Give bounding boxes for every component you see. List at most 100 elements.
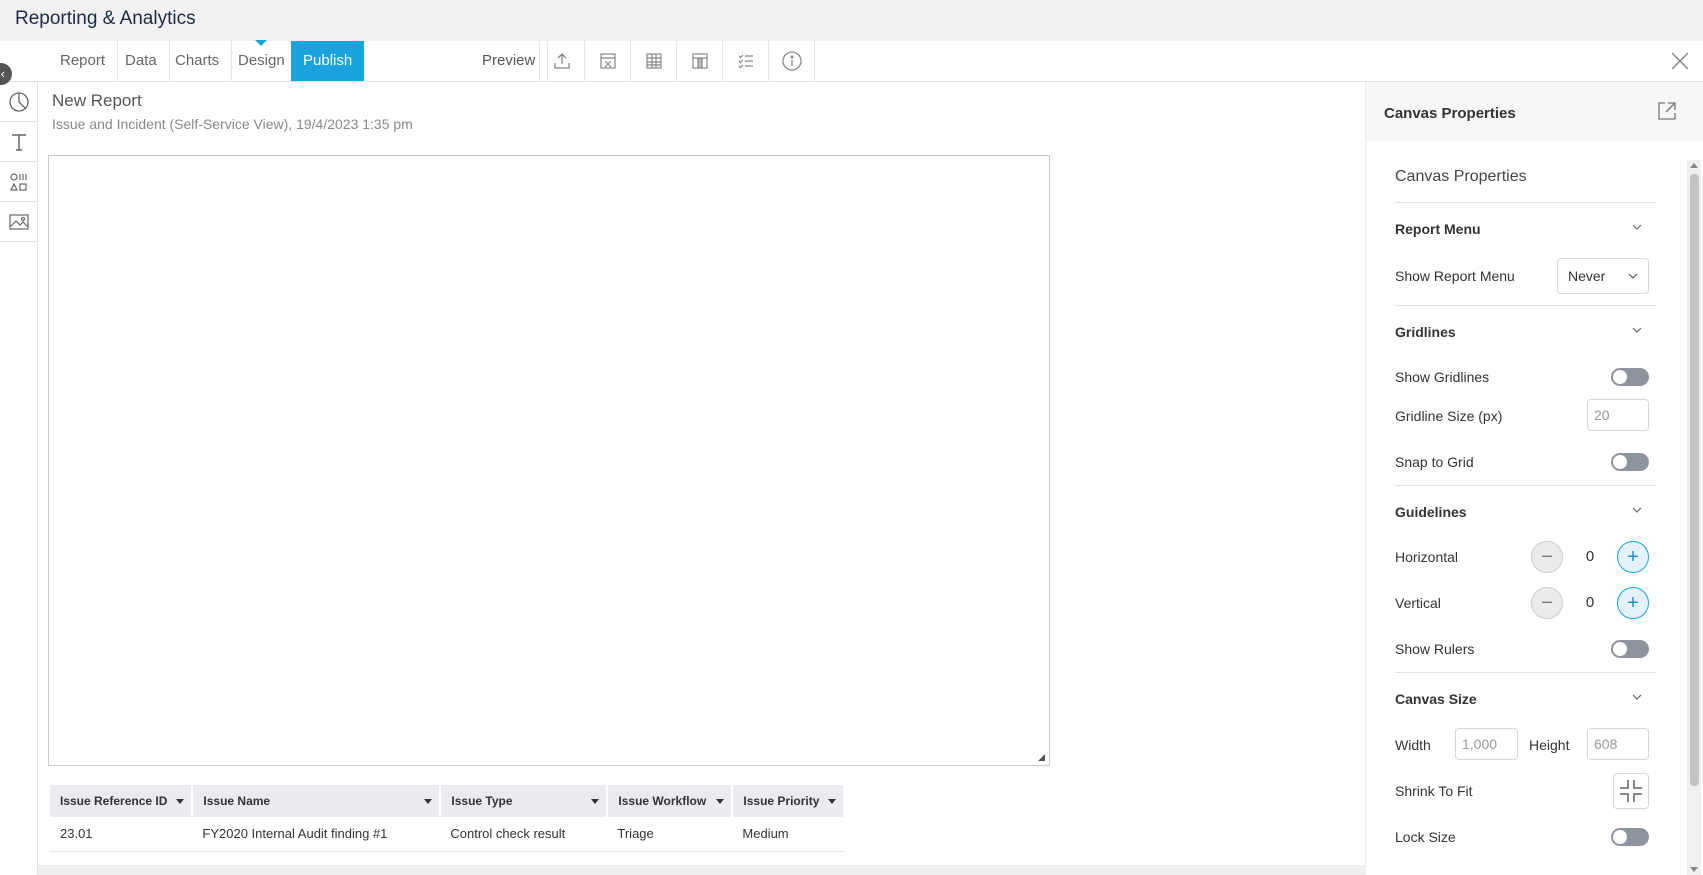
- table-row[interactable]: 23.01 FY2020 Internal Audit finding #1 C…: [50, 817, 845, 852]
- height-input[interactable]: 608: [1587, 728, 1649, 760]
- horizontal-label: Horizontal: [1395, 549, 1459, 565]
- column-header-issue-priority[interactable]: Issue Priority: [732, 785, 846, 817]
- tab-data[interactable]: Data: [113, 41, 170, 81]
- image-icon: [9, 213, 29, 230]
- rail-item-shapes[interactable]: [0, 162, 38, 202]
- tab-design-label: Design: [238, 52, 285, 69]
- column-header-reference-id[interactable]: Issue Reference ID: [50, 785, 194, 817]
- sort-dropdown-icon[interactable]: [424, 799, 433, 804]
- gridline-size-input[interactable]: 20: [1587, 399, 1649, 431]
- app-title: Reporting & Analytics: [15, 8, 196, 29]
- shapes-icon: [10, 172, 27, 191]
- column-icon: [691, 53, 708, 69]
- section-report-menu[interactable]: Report Menu: [1395, 202, 1657, 246]
- table-cell: 23.01: [50, 817, 193, 852]
- row-snap-to-grid: Snap to Grid: [1395, 444, 1657, 480]
- height-label: Height: [1529, 737, 1570, 753]
- horizontal-decrement-button[interactable]: −: [1531, 541, 1563, 573]
- sort-dropdown-icon[interactable]: [591, 799, 600, 804]
- rail-item-image[interactable]: [0, 202, 38, 242]
- section-guidelines[interactable]: Guidelines: [1395, 485, 1657, 529]
- scroll-thumb[interactable]: [1690, 174, 1699, 786]
- chevron-down-icon: [1632, 694, 1642, 700]
- scroll-down-arrow[interactable]: [1690, 867, 1698, 872]
- preview-button[interactable]: Preview: [470, 41, 549, 81]
- panel-body-title: Canvas Properties: [1395, 168, 1527, 185]
- popout-icon[interactable]: [1656, 100, 1678, 122]
- section-label: Report Menu: [1395, 221, 1481, 237]
- vertical-label: Vertical: [1395, 595, 1441, 611]
- close-icon[interactable]: [1669, 50, 1691, 72]
- show-rulers-toggle[interactable]: [1611, 640, 1649, 658]
- canvas-resize-handle[interactable]: [1038, 754, 1045, 761]
- row-shrink-to-fit: Shrink To Fit: [1395, 773, 1657, 809]
- title-bar: Reporting & Analytics: [0, 0, 1703, 41]
- toggle-knob: [1613, 830, 1627, 844]
- width-input[interactable]: 1,000: [1455, 728, 1518, 760]
- rail-item-text[interactable]: [0, 122, 38, 162]
- panel-vertical-scrollbar[interactable]: [1687, 160, 1701, 875]
- left-rail: [0, 82, 38, 875]
- column-header-label: Issue Workflow: [618, 794, 707, 808]
- column-header-label: Issue Name: [203, 794, 271, 808]
- column-header-label: Issue Type: [451, 794, 513, 808]
- snap-to-grid-toggle[interactable]: [1611, 453, 1649, 471]
- scroll-up-arrow[interactable]: [1690, 163, 1698, 168]
- snap-to-grid-label: Snap to Grid: [1395, 454, 1474, 470]
- tab-design[interactable]: Design: [226, 40, 298, 81]
- row-show-report-menu: Show Report Menu Never: [1395, 258, 1657, 294]
- report-subtitle: Issue and Incident (Self-Service View), …: [52, 116, 413, 132]
- shrink-to-fit-button[interactable]: [1613, 773, 1649, 809]
- section-gridlines[interactable]: Gridlines: [1395, 305, 1657, 349]
- table-cell: Triage: [607, 817, 733, 852]
- tab-report[interactable]: Report: [48, 41, 119, 81]
- shrink-icon: [1620, 780, 1642, 802]
- show-report-menu-value: Never: [1568, 268, 1606, 284]
- export-button[interactable]: [539, 41, 585, 81]
- rail-item-chart[interactable]: [0, 82, 38, 122]
- vertical-increment-button[interactable]: +: [1617, 587, 1649, 619]
- column-header-issue-type[interactable]: Issue Type: [440, 785, 609, 817]
- column-header-issue-name[interactable]: Issue Name: [192, 785, 442, 817]
- table-button[interactable]: [631, 41, 677, 81]
- row-horizontal-guidelines: Horizontal − 0 +: [1395, 539, 1657, 575]
- section-label: Guidelines: [1395, 504, 1467, 520]
- table-cell: Control check result: [440, 817, 608, 852]
- excel-icon: [599, 53, 616, 69]
- row-vertical-guidelines: Vertical − 0 +: [1395, 585, 1657, 621]
- column-button[interactable]: [677, 41, 723, 81]
- info-icon: [781, 51, 802, 71]
- vertical-stepper: − 0 +: [1531, 585, 1649, 621]
- report-canvas[interactable]: [48, 155, 1050, 766]
- table-icon: [645, 53, 662, 69]
- section-canvas-size[interactable]: Canvas Size: [1395, 672, 1657, 716]
- toolbar: Report Data Charts Design Publish Previe…: [0, 40, 1703, 82]
- horizontal-value: 0: [1585, 548, 1595, 565]
- export-icon: [554, 53, 570, 69]
- tab-publish[interactable]: Publish: [291, 41, 365, 81]
- toggle-knob: [1613, 370, 1627, 384]
- show-gridlines-toggle[interactable]: [1611, 368, 1649, 386]
- toggle-knob: [1613, 455, 1627, 469]
- sort-dropdown-icon[interactable]: [716, 799, 725, 804]
- panel-header-title: Canvas Properties: [1384, 105, 1516, 122]
- horizontal-increment-button[interactable]: +: [1617, 541, 1649, 573]
- tab-charts[interactable]: Charts: [163, 41, 233, 81]
- chevron-down-icon: [1632, 327, 1642, 333]
- list-button[interactable]: [723, 41, 769, 81]
- excel-button[interactable]: [585, 41, 631, 81]
- sort-dropdown-icon[interactable]: [176, 799, 185, 804]
- report-title: New Report: [52, 91, 142, 110]
- vertical-decrement-button[interactable]: −: [1531, 587, 1563, 619]
- column-header-issue-workflow[interactable]: Issue Workflow: [607, 785, 734, 817]
- chart-icon: [9, 91, 29, 112]
- row-canvas-dimensions: Width 1,000 Height 608: [1395, 727, 1657, 763]
- table-cell: Medium: [732, 817, 845, 852]
- horizontal-scrollbar[interactable]: [38, 865, 1366, 875]
- lock-size-toggle[interactable]: [1611, 828, 1649, 846]
- info-button[interactable]: [769, 41, 815, 81]
- show-report-menu-select[interactable]: Never: [1557, 258, 1649, 294]
- row-lock-size: Lock Size: [1395, 819, 1657, 855]
- sort-dropdown-icon[interactable]: [828, 799, 837, 804]
- chevron-down-icon: [1628, 273, 1638, 279]
